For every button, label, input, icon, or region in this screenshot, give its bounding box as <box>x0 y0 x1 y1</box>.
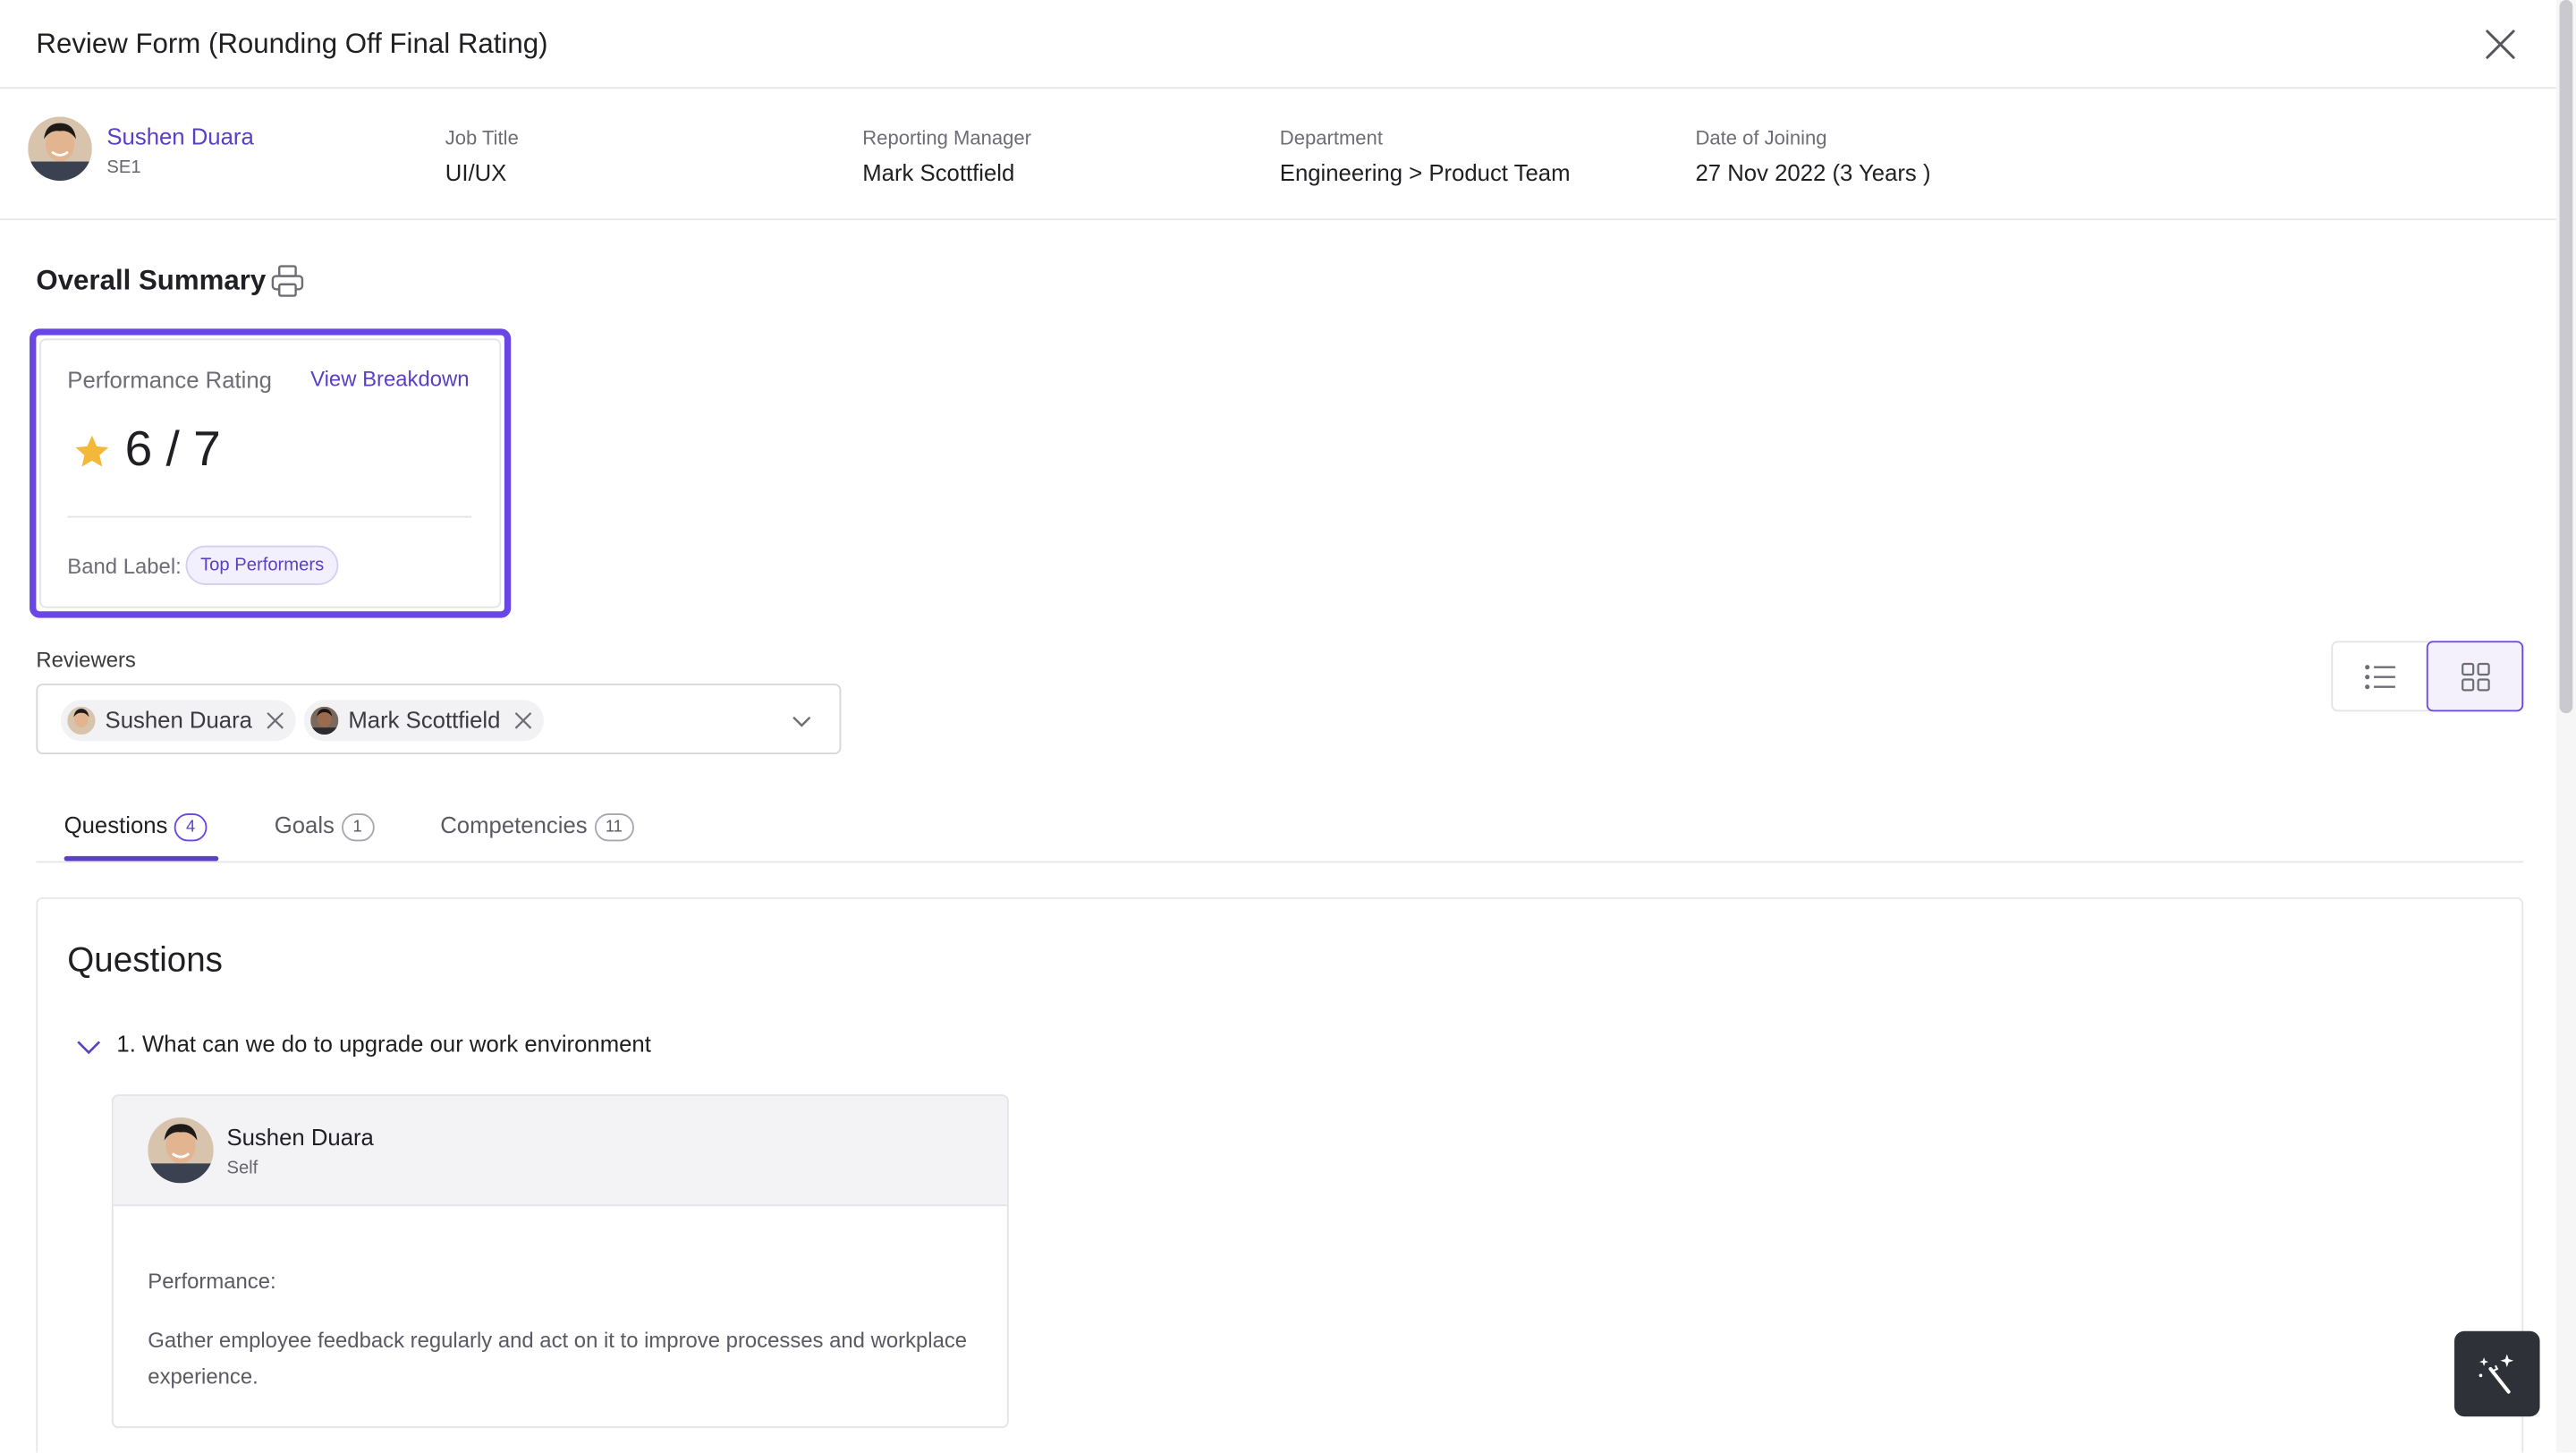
overall-summary-title: Overall Summary <box>36 264 267 296</box>
remove-reviewer-icon[interactable] <box>512 710 533 731</box>
list-view-icon <box>2364 664 2394 689</box>
print-button[interactable] <box>269 263 305 299</box>
close-button[interactable] <box>2480 25 2520 64</box>
tab-competencies[interactable]: Competencies 11 <box>440 811 634 842</box>
tab-label: Competencies <box>440 811 588 838</box>
employee-avatar <box>28 116 92 182</box>
reviewer-chip-label: Mark Scottfield <box>348 706 501 734</box>
response-card: Sushen Duara Self Performance: Gather em… <box>111 1094 1009 1429</box>
department-value: Engineering > Product Team <box>1279 159 1571 186</box>
respondent-name: Sushen Duara <box>226 1124 374 1151</box>
performance-rating-card: Performance Rating View Breakdown 6 / 7 … <box>39 338 502 608</box>
question-text[interactable]: 1. What can we do to upgrade our work en… <box>116 1031 650 1057</box>
response-header: Sushen Duara Self <box>113 1096 1007 1207</box>
reviewer-chip-label: Sushen Duara <box>105 706 252 734</box>
date-of-joining-field: Date of Joining 27 Nov 2022 (3 Years ) <box>1695 126 1930 185</box>
date-of-joining-label: Date of Joining <box>1695 126 1827 150</box>
scrollbar-thumb[interactable] <box>2559 0 2573 714</box>
tab-count: 4 <box>174 813 208 842</box>
department-field: Department Engineering > Product Team <box>1280 126 1571 185</box>
grid-view-icon <box>2461 662 2489 691</box>
respondent-role: Self <box>226 1158 258 1178</box>
review-form-page: Review Form (Rounding Off Final Rating) … <box>0 0 2576 1453</box>
card-divider <box>67 515 472 518</box>
view-toggle <box>2331 641 2524 712</box>
view-breakdown-link[interactable]: View Breakdown <box>310 367 469 392</box>
rating-value: 6 / 7 <box>124 422 221 477</box>
tab-goals[interactable]: Goals 1 <box>274 811 374 842</box>
remove-reviewer-icon[interactable] <box>264 710 285 731</box>
tab-count: 1 <box>341 813 374 842</box>
page-title: Review Form (Rounding Off Final Rating) <box>36 28 548 60</box>
department-label: Department <box>1279 126 1383 150</box>
response-text: Gather employee feedback regularly and a… <box>148 1328 968 1389</box>
tab-questions[interactable]: Questions 4 <box>64 811 208 842</box>
grid-view-button[interactable] <box>2426 641 2524 712</box>
list-view-button[interactable] <box>2333 642 2427 710</box>
star-icon <box>75 435 109 467</box>
tab-label: Questions <box>64 811 168 838</box>
employee-name-link[interactable]: Sushen Duara <box>106 123 253 149</box>
reporting-manager-label: Reporting Manager <box>862 126 1031 150</box>
job-title-field: Job Title UI/UX <box>445 126 519 185</box>
reviewer-avatar <box>67 706 96 735</box>
magic-wand-icon <box>2479 1354 2514 1394</box>
reviewer-chip: Sushen Duara <box>60 700 295 742</box>
chevron-down-icon[interactable] <box>75 1033 101 1059</box>
header-bar: Review Form (Rounding Off Final Rating) <box>0 0 2556 89</box>
band-label: Band Label: <box>67 553 182 579</box>
questions-title: Questions <box>67 941 223 980</box>
active-tab-indicator <box>64 855 219 862</box>
questions-panel: Questions 1. What can we do to upgrade o… <box>36 896 2524 1453</box>
respondent-avatar <box>148 1117 214 1184</box>
reviewer-chip: Mark Scottfield <box>303 700 544 742</box>
close-icon <box>2486 30 2515 59</box>
reviewers-select[interactable]: Sushen Duara Mark Scottfield <box>36 684 842 755</box>
tab-label: Goals <box>274 811 335 838</box>
job-title-label: Job Title <box>445 126 519 150</box>
employee-info-strip: Sushen Duara SE1 Job Title UI/UX Reporti… <box>0 89 2556 221</box>
performance-rating-label: Performance Rating <box>67 366 273 393</box>
job-title-value: UI/UX <box>445 159 507 186</box>
tab-count: 11 <box>593 813 634 842</box>
chevron-down-icon[interactable] <box>790 710 813 733</box>
tab-bar: Questions 4 Goals 1 Competencies 11 <box>36 789 2524 863</box>
reporting-manager-value: Mark Scottfield <box>862 159 1015 186</box>
reviewers-label: Reviewers <box>36 647 136 673</box>
printer-icon <box>271 265 304 297</box>
response-label: Performance: <box>148 1268 276 1294</box>
date-of-joining-value: 27 Nov 2022 (3 Years ) <box>1695 159 1931 186</box>
band-badge: Top Performers <box>185 545 339 585</box>
reporting-manager-field: Reporting Manager Mark Scottfield <box>862 126 1031 185</box>
ai-assist-button[interactable] <box>2454 1330 2540 1417</box>
employee-role: SE1 <box>106 157 141 178</box>
reviewer-avatar <box>310 706 339 735</box>
